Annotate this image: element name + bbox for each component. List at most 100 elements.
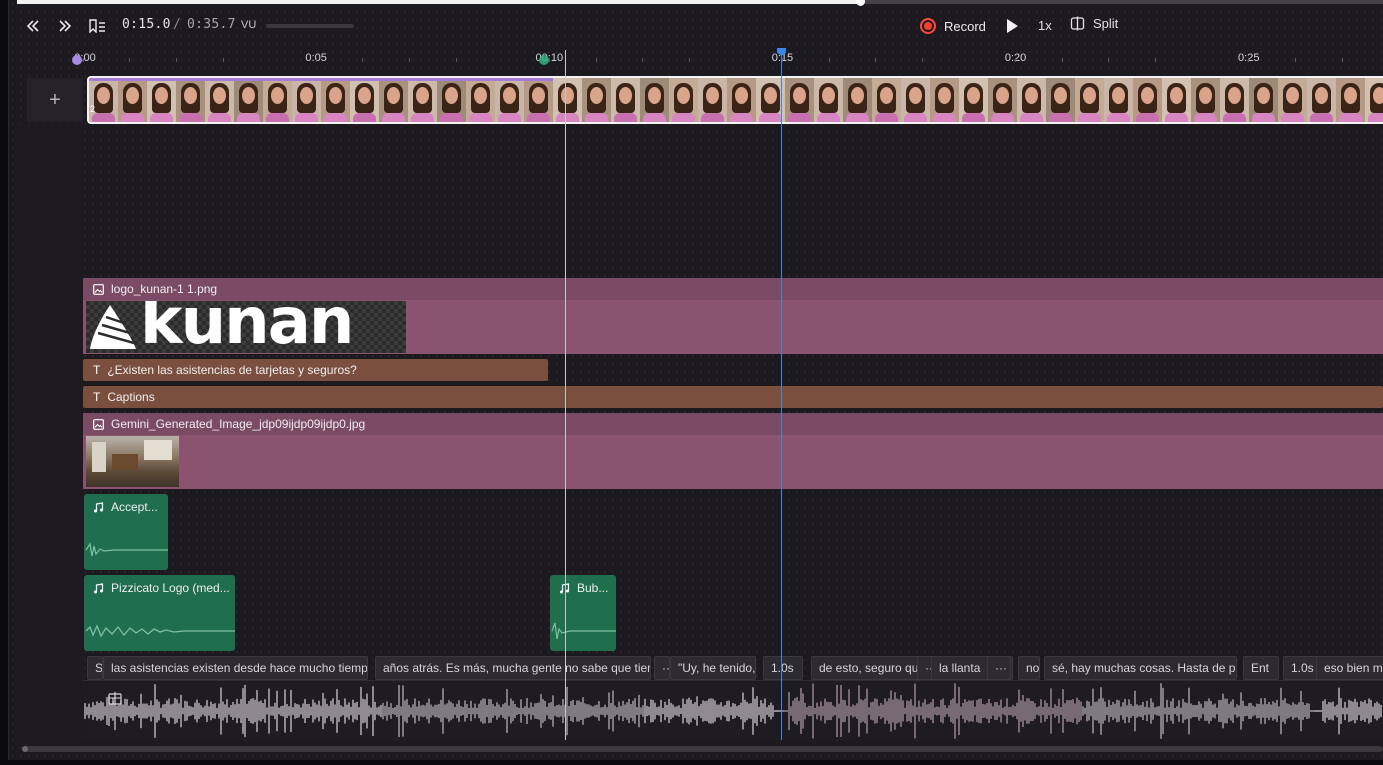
horizontal-scrollbar[interactable]: [22, 746, 1383, 752]
play-icon[interactable]: [1004, 17, 1020, 35]
playhead-line[interactable]: [781, 50, 782, 740]
ruler-tick: [455, 58, 457, 62]
total-time: 0:35.7: [187, 17, 236, 32]
video-frame: [582, 78, 611, 122]
playback-speed-button[interactable]: 1x: [1038, 18, 1052, 33]
clip-title: Accept...: [84, 500, 158, 514]
audio-clip-bubble[interactable]: Bub...: [550, 575, 616, 651]
video-frame: [1104, 78, 1133, 122]
ruler-tick: [409, 58, 411, 62]
audio-waveform: [85, 624, 235, 638]
video-frame: [292, 78, 321, 122]
ruler-tick: [875, 58, 877, 62]
video-frame: [176, 78, 205, 122]
split-label: Split: [1093, 16, 1119, 31]
video-clip-badge: 2: [90, 104, 96, 114]
ruler-tick: [1248, 58, 1250, 62]
caption-segment[interactable]: sé, hay muchas cosas. Hasta de plo: [1044, 656, 1237, 680]
video-frame: [1075, 78, 1104, 122]
video-frame: [1249, 78, 1278, 122]
waveform-graphic: [84, 683, 1382, 739]
audio-clip-accept[interactable]: Accept...: [84, 494, 168, 570]
transcript-icon[interactable]: [108, 693, 122, 705]
ruler-tick: [1155, 58, 1157, 62]
editor-app: 0:15.0 / 0:35.7 VU Record 1x Split 0:000…: [0, 0, 1383, 765]
caption-segment[interactable]: años atrás. Es más, mucha gente no sabe …: [375, 656, 651, 680]
clip-header: [83, 278, 1383, 300]
audio-clip-pizzicato[interactable]: Pizzicato Logo (med...: [84, 575, 235, 651]
video-frame: [89, 78, 118, 122]
time-separator: /: [173, 17, 182, 32]
background-image-clip[interactable]: Gemini_Generated_Image_jdp09ijdp09ijdp0.…: [83, 413, 1383, 489]
vu-meter: [266, 24, 354, 28]
video-frame: [698, 78, 727, 122]
video-clip[interactable]: [87, 76, 1383, 124]
audio-clip-name: Accept...: [111, 500, 158, 514]
video-frame: [350, 78, 379, 122]
scrollbar-thumb[interactable]: [22, 746, 28, 752]
chapters-icon[interactable]: [87, 14, 107, 38]
ruler-tick: [1015, 58, 1017, 62]
clip-title: T ¿Existen las asistencias de tarjetas y…: [83, 359, 357, 381]
logo-image-clip[interactable]: logo_kunan-1 1.png kunan: [83, 278, 1383, 354]
caption-segment[interactable]: 1.0s: [763, 656, 803, 680]
ruler-tick: [921, 58, 923, 62]
ruler-tick: [595, 58, 597, 62]
ruler-tick: [1295, 58, 1296, 62]
video-frame: [785, 78, 814, 122]
music-note-icon: [94, 582, 104, 593]
caption-segment[interactable]: "Uy, he tenido,: [670, 656, 756, 680]
video-frames: [89, 78, 1383, 122]
video-frame: [1220, 78, 1249, 122]
record-label: Record: [944, 18, 986, 34]
video-frame: [466, 78, 495, 122]
split-button[interactable]: Split: [1070, 16, 1118, 31]
cursor-marker[interactable]: [539, 55, 549, 65]
ruler-tick: [82, 58, 84, 62]
image-icon: [93, 418, 104, 430]
video-frame: [1191, 78, 1220, 122]
current-time: 0:15.0: [122, 17, 171, 32]
video-frame: [1046, 78, 1075, 122]
record-icon: [920, 18, 936, 34]
skip-forward-icon[interactable]: [56, 14, 74, 38]
ruler-tick: [642, 58, 644, 62]
video-frame: [205, 78, 234, 122]
video-frame: [263, 78, 292, 122]
image-icon: [93, 283, 104, 295]
caption-segment[interactable]: S: [87, 656, 103, 680]
video-frame: [1162, 78, 1191, 122]
ruler-tick: [175, 58, 177, 62]
caption-segment[interactable]: ··: [654, 656, 670, 680]
video-frame: [379, 78, 408, 122]
add-track-button[interactable]: +: [27, 78, 83, 122]
caption-segment[interactable]: las asistencias existen desde hace mucho…: [103, 656, 368, 680]
ruler-tick: [828, 58, 830, 62]
main-audio-waveform[interactable]: [83, 680, 1383, 740]
skip-back-icon[interactable]: [24, 14, 42, 38]
split-icon: [1070, 16, 1085, 31]
caption-segment[interactable]: Ent: [1243, 656, 1279, 680]
captions-clip[interactable]: T Captions: [83, 386, 1383, 408]
ruler-tick: [129, 58, 131, 62]
caption-segment[interactable]: ···: [987, 656, 1011, 680]
record-button[interactable]: Record: [920, 15, 986, 37]
image-clip-name: Gemini_Generated_Image_jdp09ijdp09ijdp0.…: [111, 417, 366, 431]
video-frame: [553, 78, 582, 122]
caption-segment[interactable]: eso bien ma: [1316, 656, 1383, 680]
caption-segment[interactable]: de esto, seguro que: [811, 656, 919, 680]
video-frame: [1278, 78, 1307, 122]
video-frame: [872, 78, 901, 122]
start-marker[interactable]: [72, 55, 82, 65]
text-icon: T: [93, 390, 101, 404]
video-frame: [1017, 78, 1046, 122]
clip-title: Bub...: [550, 581, 608, 595]
caption-segment[interactable]: no: [1018, 656, 1040, 680]
ruler-tick: [782, 58, 784, 62]
video-frame: [437, 78, 466, 122]
ruler-tick: [315, 58, 317, 62]
text-clip-question[interactable]: T ¿Existen las asistencias de tarjetas y…: [83, 359, 548, 381]
playback-progress-bar[interactable]: [17, 0, 1383, 6]
video-frame: [1365, 78, 1383, 122]
video-frame: [321, 78, 350, 122]
